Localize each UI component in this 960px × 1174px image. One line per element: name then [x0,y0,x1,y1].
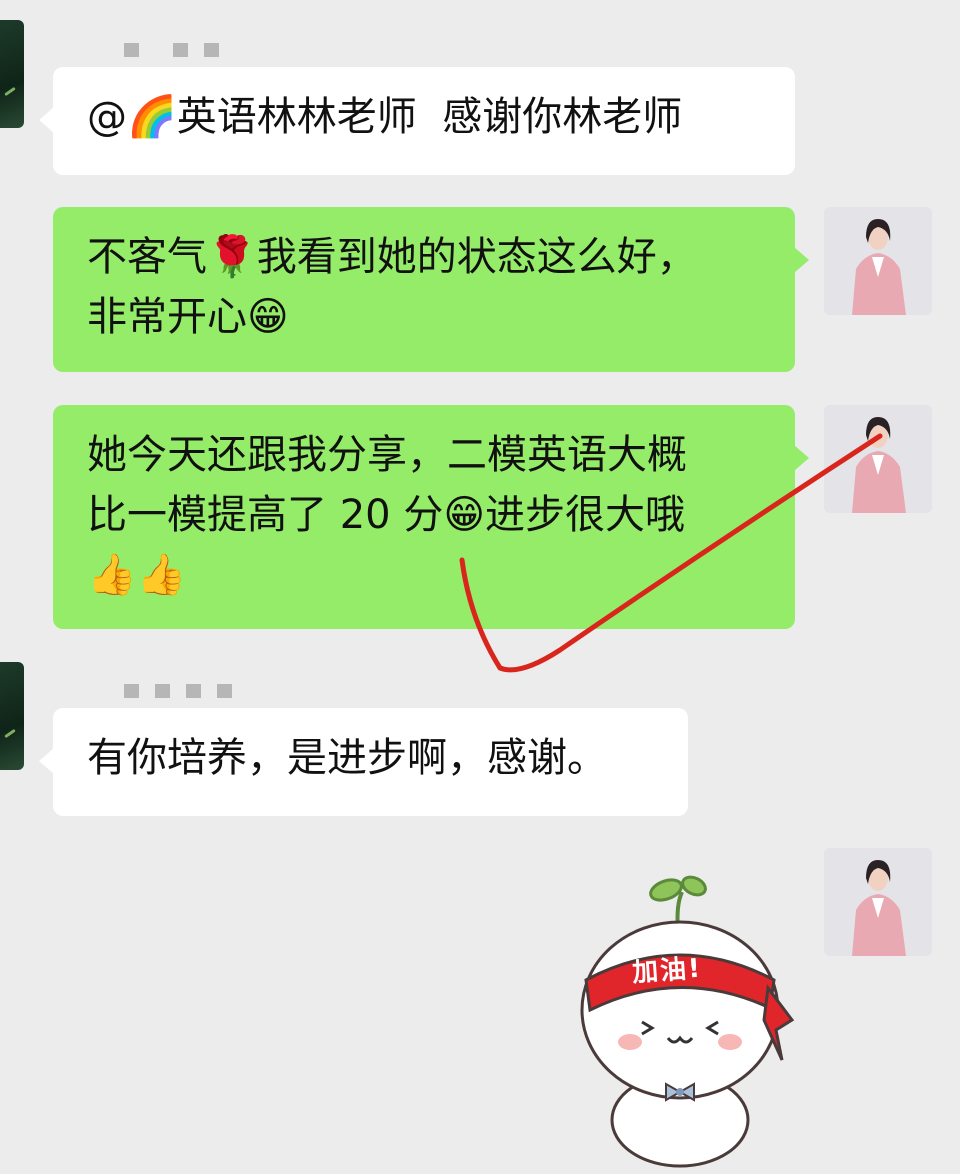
woman-portrait-icon [824,207,932,315]
message-text: 有你培养，是进步啊，感谢。 [87,735,607,781]
message-line: 不客气🌹我看到她的状态这么好， [87,234,697,280]
self-avatar[interactable] [824,207,932,315]
cheering-mascot-icon [580,875,795,1168]
message-bubble-sent[interactable]: 不客气🌹我看到她的状态这么好， 非常开心😁 [53,207,809,372]
sender-avatar[interactable] [0,20,24,128]
woman-portrait-icon [824,848,932,956]
self-avatar[interactable] [824,405,932,513]
sender-nickname-blurred [124,683,248,698]
message-bubble-sent[interactable]: 她今天还跟我分享，二模英语大概 比一模提高了 20 分😁进步很大哦 👍👍 [53,405,809,629]
sticker-mascot[interactable]: 加油! [570,870,810,1170]
message-line: 她今天还跟我分享，二模英语大概 [87,432,687,478]
self-avatar[interactable] [824,848,932,956]
woman-portrait-icon [824,405,932,513]
message-line: 👍👍 [87,552,187,598]
message-bubble-received[interactable]: @🌈英语林林老师 感谢你林老师 [39,67,795,175]
message-bubble-received[interactable]: 有你培养，是进步啊，感谢。 [39,708,688,816]
sender-nickname-blurred [124,42,235,57]
sticker-headband-text: 加油! [631,953,703,989]
sender-avatar[interactable] [0,662,24,770]
mention-text[interactable]: @🌈英语林林老师 [87,94,417,140]
message-line: 非常开心😁 [87,294,289,340]
message-text: 感谢你林老师 [442,94,683,140]
message-line: 比一模提高了 20 分😁进步很大哦 [87,492,686,538]
